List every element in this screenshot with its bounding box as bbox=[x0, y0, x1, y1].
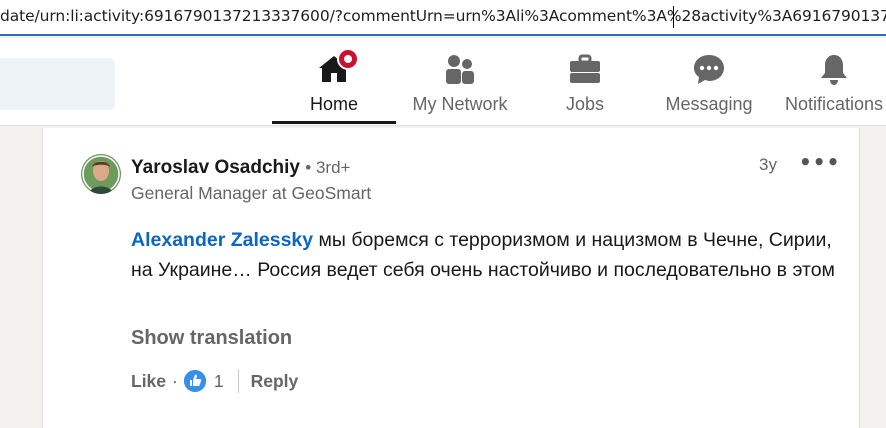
active-indicator bbox=[272, 121, 396, 124]
connection-degree: • 3rd+ bbox=[305, 158, 351, 177]
messaging-icon bbox=[692, 52, 726, 86]
comment-time: 3y bbox=[759, 155, 777, 174]
text-caret bbox=[673, 6, 674, 28]
network-icon bbox=[443, 52, 477, 86]
like-reaction-icon[interactable] bbox=[183, 370, 206, 392]
nav-notifications-label: Notifications bbox=[784, 94, 884, 114]
nav-messaging-label: Messaging bbox=[665, 94, 753, 114]
nav-my-network[interactable]: My Network bbox=[400, 38, 520, 124]
show-translation-button[interactable]: Show translation bbox=[131, 327, 292, 350]
avatar[interactable] bbox=[81, 154, 121, 194]
nav-messaging[interactable]: Messaging bbox=[650, 38, 768, 124]
mention-link[interactable]: Alexander Zalessky bbox=[131, 229, 313, 251]
url-text[interactable]: date/urn:li:activity:6916790137213337600… bbox=[0, 7, 886, 25]
like-button[interactable]: Like bbox=[131, 371, 166, 392]
notification-badge bbox=[337, 48, 359, 70]
nav-notifications[interactable]: Notifications bbox=[776, 38, 886, 124]
more-options-button[interactable]: ••• bbox=[799, 150, 839, 178]
bell-icon bbox=[817, 52, 851, 86]
briefcase-icon bbox=[568, 52, 602, 86]
nav-home[interactable]: Home bbox=[272, 38, 396, 124]
comment-text: Alexander Zalessky мы боремся с террориз… bbox=[131, 225, 841, 285]
search-input[interactable] bbox=[0, 58, 115, 110]
nav-jobs[interactable]: Jobs bbox=[530, 38, 640, 124]
top-nav: Home My Network Jobs Messaging Notificat… bbox=[0, 38, 886, 126]
comment-actions: Like · 1 Reply bbox=[131, 368, 298, 394]
comment-author[interactable]: Yaroslav Osadchiy • 3rd+ bbox=[131, 157, 350, 179]
reply-button[interactable]: Reply bbox=[251, 371, 299, 392]
author-headline: General Manager at GeoSmart bbox=[131, 183, 372, 203]
separator-dot: · bbox=[172, 370, 178, 391]
nav-my-network-label: My Network bbox=[412, 94, 508, 114]
author-name[interactable]: Yaroslav Osadchiy bbox=[131, 157, 300, 178]
like-count[interactable]: 1 bbox=[214, 371, 224, 392]
address-bar[interactable]: date/urn:li:activity:6916790137213337600… bbox=[0, 0, 886, 36]
comment-card: Yaroslav Osadchiy • 3rd+ General Manager… bbox=[42, 128, 860, 428]
nav-home-label: Home bbox=[309, 94, 358, 114]
nav-jobs-label: Jobs bbox=[565, 94, 605, 114]
action-divider bbox=[237, 369, 239, 393]
home-icon bbox=[317, 48, 359, 86]
